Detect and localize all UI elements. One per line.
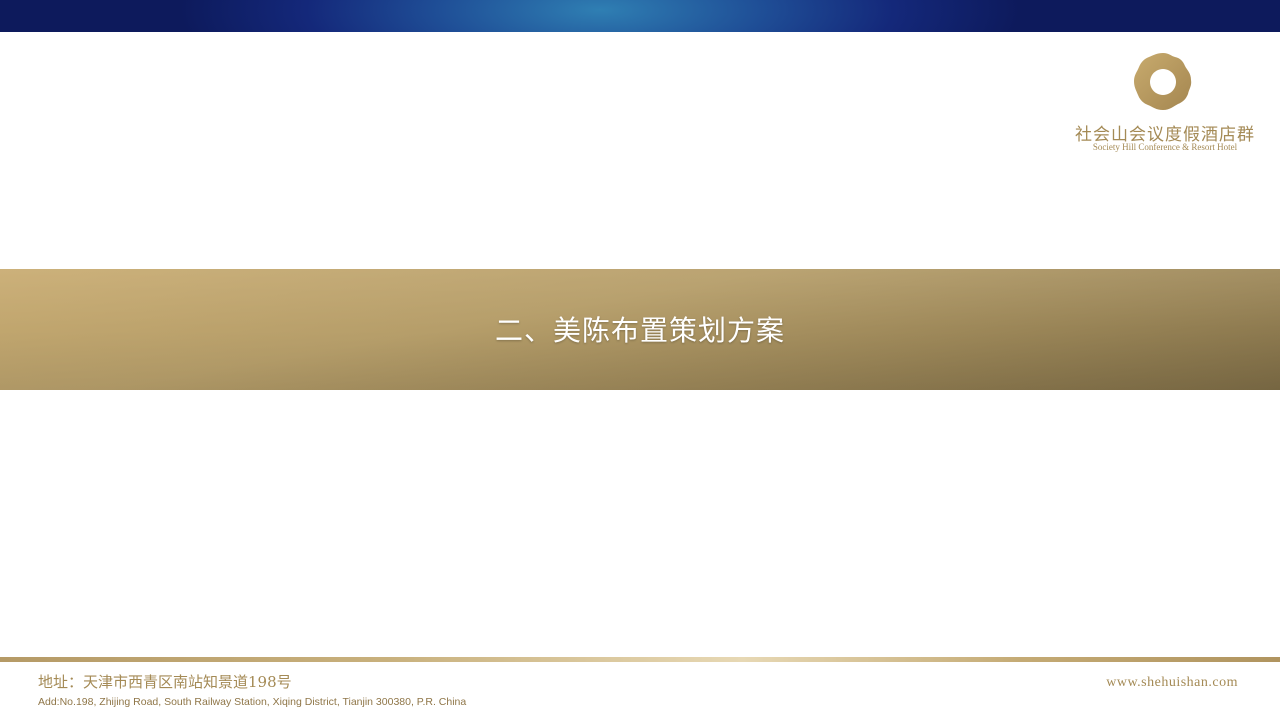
- ring-logo-icon: [1134, 53, 1192, 110]
- hotel-logo: 社会山会议度假酒店群 Society Hill Conference & Res…: [1060, 50, 1270, 160]
- footer-divider: [0, 657, 1280, 662]
- footer-address-chinese: 地址：天津市西青区南站知景道198号: [38, 673, 292, 691]
- logo-name-english: Society Hill Conference & Resort Hotel: [1092, 142, 1238, 152]
- footer-website-link[interactable]: www.shehuishan.com: [1106, 675, 1238, 691]
- footer-address-english: Add:No.198, Zhijing Road, South Railway …: [38, 696, 467, 708]
- slide-title: 二、美陈布置策划方案: [494, 314, 785, 347]
- slide: 社会山会议度假酒店群 Society Hill Conference & Res…: [0, 0, 1280, 720]
- top-header-bar: [0, 0, 1280, 32]
